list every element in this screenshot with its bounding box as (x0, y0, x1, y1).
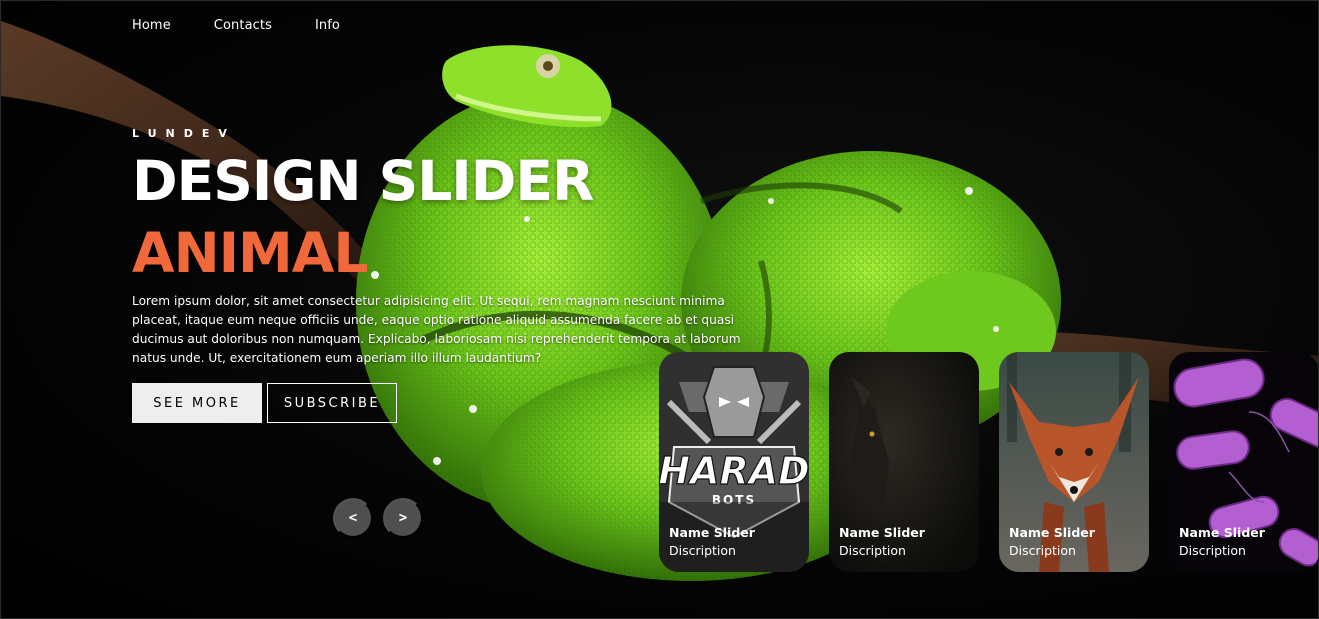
nav-info-link[interactable]: Info (315, 18, 340, 33)
thumbnail-info: Name Slider Discription (1009, 524, 1095, 560)
slide-author: LUNDEV (132, 127, 236, 140)
nav-contacts-link[interactable]: Contacts (214, 18, 272, 33)
prev-arrow-button[interactable]: < (333, 498, 373, 538)
thumbnail-description: Discription (669, 543, 736, 558)
thumbnail-list: HARAD BOTS Name Slider Discription Name … (659, 352, 1318, 572)
slide-topic: ANIMAL (132, 221, 368, 285)
next-arrow-button[interactable]: > (383, 498, 423, 538)
thumbnail-title: Name Slider (1009, 525, 1095, 540)
slider-page: Home Contacts Info LUNDEV DESIGN SLIDER … (0, 0, 1319, 619)
slider-arrows: < > (333, 498, 423, 538)
thumbnail-description: Discription (1179, 543, 1246, 558)
nav-home-link[interactable]: Home (132, 18, 171, 33)
thumbnail-title: Name Slider (669, 525, 755, 540)
thumbnail-item[interactable]: Name Slider Discription (999, 352, 1149, 572)
thumbnail-title: Name Slider (1179, 525, 1265, 540)
thumbnail-item[interactable]: HARAD BOTS Name Slider Discription (659, 352, 809, 572)
thumbnail-info: Name Slider Discription (839, 524, 925, 560)
slide-title: DESIGN SLIDER (132, 149, 594, 213)
thumbnail-item[interactable]: Name Slider Discription (1169, 352, 1318, 572)
top-nav: Home Contacts Info (132, 18, 383, 33)
thumbnail-info: Name Slider Discription (1179, 524, 1265, 560)
subscribe-button[interactable]: SUBSCRIBE (267, 383, 397, 423)
thumbnail-description: Discription (1009, 543, 1076, 558)
thumbnail-description: Discription (839, 543, 906, 558)
logo-text: HARAD (659, 449, 809, 493)
see-more-button[interactable]: SEE MORE (132, 383, 262, 423)
thumbnail-info: Name Slider Discription (669, 524, 755, 560)
thumbnail-title: Name Slider (839, 525, 925, 540)
thumbnail-item[interactable]: Name Slider Discription (829, 352, 979, 572)
